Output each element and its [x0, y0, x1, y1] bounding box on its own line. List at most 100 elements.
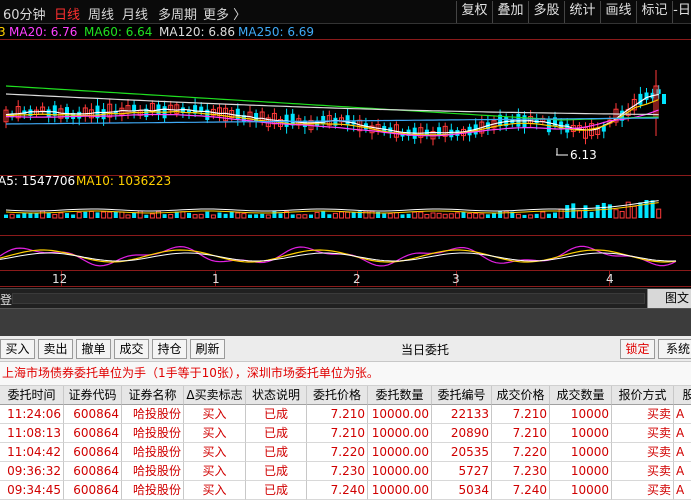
x-label-feb: 2: [353, 272, 361, 286]
f10-info-button[interactable]: 图文F10: [647, 289, 691, 324]
column-header[interactable]: 成交价格: [492, 386, 550, 405]
ma20-label: MA20: 6.76: [9, 25, 77, 39]
table-row[interactable]: 11:04:42 600864 哈投股份 买入 已成 7.220 10000.00 20535…: [0, 443, 691, 462]
volume-bar: [498, 211, 503, 218]
chart-scrollbar[interactable]: [12, 293, 645, 304]
table-cell: 买卖: [612, 443, 674, 462]
volume-bar: [546, 213, 551, 218]
table-row[interactable]: 09:34:45 600864 哈投股份 买入 已成 7.240 10000.00 5034 7…: [0, 481, 691, 500]
volume-bar: [400, 214, 405, 218]
column-header[interactable]: 证券名称: [122, 386, 184, 405]
ma250-label: MA250: 6.69: [238, 25, 314, 39]
volume-bar: [46, 212, 51, 218]
table-cell: 哈投股份: [122, 424, 184, 443]
ma5-label: 3: [0, 25, 6, 39]
volume-bar: [272, 211, 277, 218]
volume-bar: [309, 214, 313, 218]
lock-button[interactable]: 锁定: [620, 339, 655, 359]
table-cell: 买入: [184, 481, 246, 500]
column-header[interactable]: 成交数量: [550, 386, 612, 405]
chart-scroll-strip: 登 图文F10: [0, 288, 691, 324]
volume-bar: [589, 211, 594, 218]
tab-monthly[interactable]: 月线: [122, 4, 148, 23]
table-cell: A: [674, 462, 691, 481]
cancel-order-button[interactable]: 撤单: [76, 339, 111, 359]
table-cell: 10000: [550, 405, 612, 424]
volume-bar: [16, 214, 21, 218]
panel-divider[interactable]: [0, 308, 691, 336]
table-cell: 已成: [246, 424, 307, 443]
candle-body: [321, 115, 326, 125]
table-cell: 买卖: [612, 481, 674, 500]
adjust-button[interactable]: 复权: [456, 1, 492, 23]
mark-button[interactable]: 标记: [636, 1, 672, 23]
tab-weekly[interactable]: 周线: [88, 4, 114, 23]
table-cell: 买入: [184, 405, 246, 424]
overlay-button[interactable]: 叠加: [492, 1, 528, 23]
volume-bar: [28, 212, 33, 218]
draw-line-button[interactable]: 画线: [600, 1, 636, 23]
statistics-button[interactable]: 统计: [564, 1, 600, 23]
table-header: 委托时间 证券代码 证券名称 Δ买卖标志 状态说明 委托价格 委托数量 委托编号 成交价格 成交数…: [0, 386, 691, 405]
column-header[interactable]: 委托价格: [307, 386, 368, 405]
table-cell: 09:36:32: [0, 462, 64, 481]
table-cell: 买入: [184, 443, 246, 462]
table-cell: 买入: [184, 424, 246, 443]
trades-button[interactable]: 成交: [114, 339, 149, 359]
system-button[interactable]: 系统: [658, 339, 691, 359]
table-row[interactable]: 11:08:13 600864 哈投股份 买入 已成 7.210 10000.00 20890…: [0, 424, 691, 443]
tab-daily[interactable]: 日线: [54, 4, 80, 23]
volume-bar: [327, 214, 332, 218]
column-header[interactable]: 报价方式: [612, 386, 674, 405]
table-cell: A: [674, 443, 691, 462]
table-row[interactable]: 09:36:32 600864 哈投股份 买入 已成 7.230 10000.00 5727 7…: [0, 462, 691, 481]
volume-bar: [492, 213, 496, 218]
table-cell: 11:04:42: [0, 443, 64, 462]
volume-bar: [278, 213, 283, 218]
column-header[interactable]: 委托数量: [368, 386, 432, 405]
volume-bar: [485, 214, 490, 218]
x-label-jan: 1: [212, 272, 220, 286]
table-row[interactable]: 11:24:06 600864 哈投股份 买入 已成 7.210 10000.00 22133…: [0, 405, 691, 424]
kline-chart[interactable]: 3 MA20: 6.76 MA60: 6.64 MA120: 6.86 MA25…: [0, 24, 691, 288]
table-cell: 7.230: [492, 462, 550, 481]
table-cell: 10000: [550, 443, 612, 462]
table-cell: 11:08:13: [0, 424, 64, 443]
table-cell: 600864: [64, 481, 122, 500]
column-header[interactable]: 委托编号: [432, 386, 492, 405]
day-button[interactable]: -日: [672, 1, 691, 23]
candle-body: [656, 89, 661, 94]
column-header[interactable]: 股: [674, 386, 691, 405]
volume-bar: [217, 212, 222, 218]
market-unit-notice: 上海市场债券委托单位为手（1手等于10张），深圳市场委托单位为张。: [0, 362, 691, 386]
table-cell: 600864: [64, 462, 122, 481]
table-cell: 哈投股份: [122, 481, 184, 500]
volume-bar: [248, 214, 252, 218]
table-cell: 600864: [64, 424, 122, 443]
table-cell: 已成: [246, 462, 307, 481]
buy-button[interactable]: 买入: [0, 339, 35, 359]
sell-button[interactable]: 卖出: [38, 339, 73, 359]
table-cell: 10000.00: [368, 443, 432, 462]
column-header[interactable]: 证券代码: [64, 386, 122, 405]
multi-stock-button[interactable]: 多股: [528, 1, 564, 23]
table-cell: 600864: [64, 405, 122, 424]
table-cell: 已成: [246, 481, 307, 500]
column-header[interactable]: 委托时间: [0, 386, 64, 405]
volume-bar: [351, 212, 356, 218]
tab-more[interactable]: 更多 〉: [203, 4, 246, 23]
tab-multi-period[interactable]: 多周期: [158, 4, 197, 23]
volume-bar: [162, 214, 167, 218]
table-cell: 10000.00: [368, 481, 432, 500]
column-header[interactable]: Δ买卖标志: [184, 386, 246, 405]
table-cell: 10000.00: [368, 424, 432, 443]
refresh-button[interactable]: 刷新: [190, 339, 225, 359]
positions-button[interactable]: 持仓: [152, 339, 187, 359]
volume-bar: [583, 205, 588, 218]
column-header[interactable]: 状态说明: [246, 386, 307, 405]
table-cell: 09:34:45: [0, 481, 64, 500]
vol-ma10-label: MA10: 1036223: [76, 174, 171, 188]
table-cell: 7.220: [492, 443, 550, 462]
trade-order-panel: 买入 卖出 撤单 成交 持仓 刷新 当日委托 锁定 系统 上海市场债券委托单位为…: [0, 336, 691, 500]
tab-60min[interactable]: 60分钟: [3, 4, 46, 23]
